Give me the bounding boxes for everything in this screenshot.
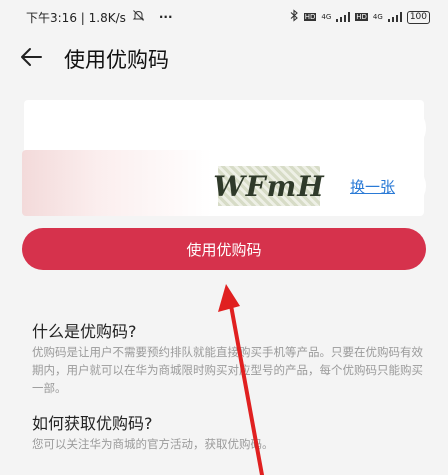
back-arrow-icon[interactable] bbox=[16, 42, 46, 72]
status-bar: 下午3:16 | 1.8K/s ··· HD 4G HD 4G 100 bbox=[0, 0, 448, 34]
signal-icon bbox=[336, 12, 351, 22]
battery-icon: 100 bbox=[406, 10, 430, 24]
app-header: 使用优购码 bbox=[0, 38, 448, 76]
page-title: 使用优购码 bbox=[64, 48, 169, 72]
coupon-code-input[interactable] bbox=[26, 104, 426, 152]
network-type-label: 4G bbox=[321, 13, 332, 21]
redacted-area bbox=[22, 150, 212, 216]
network-type-label: 4G bbox=[372, 13, 383, 21]
how-to-get-body: 您可以关注华为商城的官方活动，获取优购码。 bbox=[32, 437, 274, 451]
status-time-speed: 下午3:16 | 1.8K/s bbox=[26, 10, 126, 25]
what-is-body: 优购码是让用户不需要预约排队就能直接购买手机等产品。只要在优购码有效期内，用户就… bbox=[32, 345, 423, 395]
hd-badge: HD bbox=[355, 13, 368, 21]
bell-muted-icon bbox=[132, 9, 145, 25]
use-coupon-button[interactable]: 使用优购码 bbox=[22, 228, 426, 270]
how-to-get-title: 如何获取优购码? bbox=[32, 414, 153, 433]
captcha-image[interactable]: WFmH bbox=[213, 166, 324, 206]
signal-icon bbox=[387, 12, 402, 22]
bluetooth-icon bbox=[290, 9, 299, 25]
what-is-title: 什么是优购码? bbox=[32, 322, 137, 341]
hd-badge: HD bbox=[303, 13, 317, 21]
refresh-captcha-link[interactable]: 换一张 bbox=[350, 176, 395, 197]
more-dots: ··· bbox=[158, 10, 173, 24]
